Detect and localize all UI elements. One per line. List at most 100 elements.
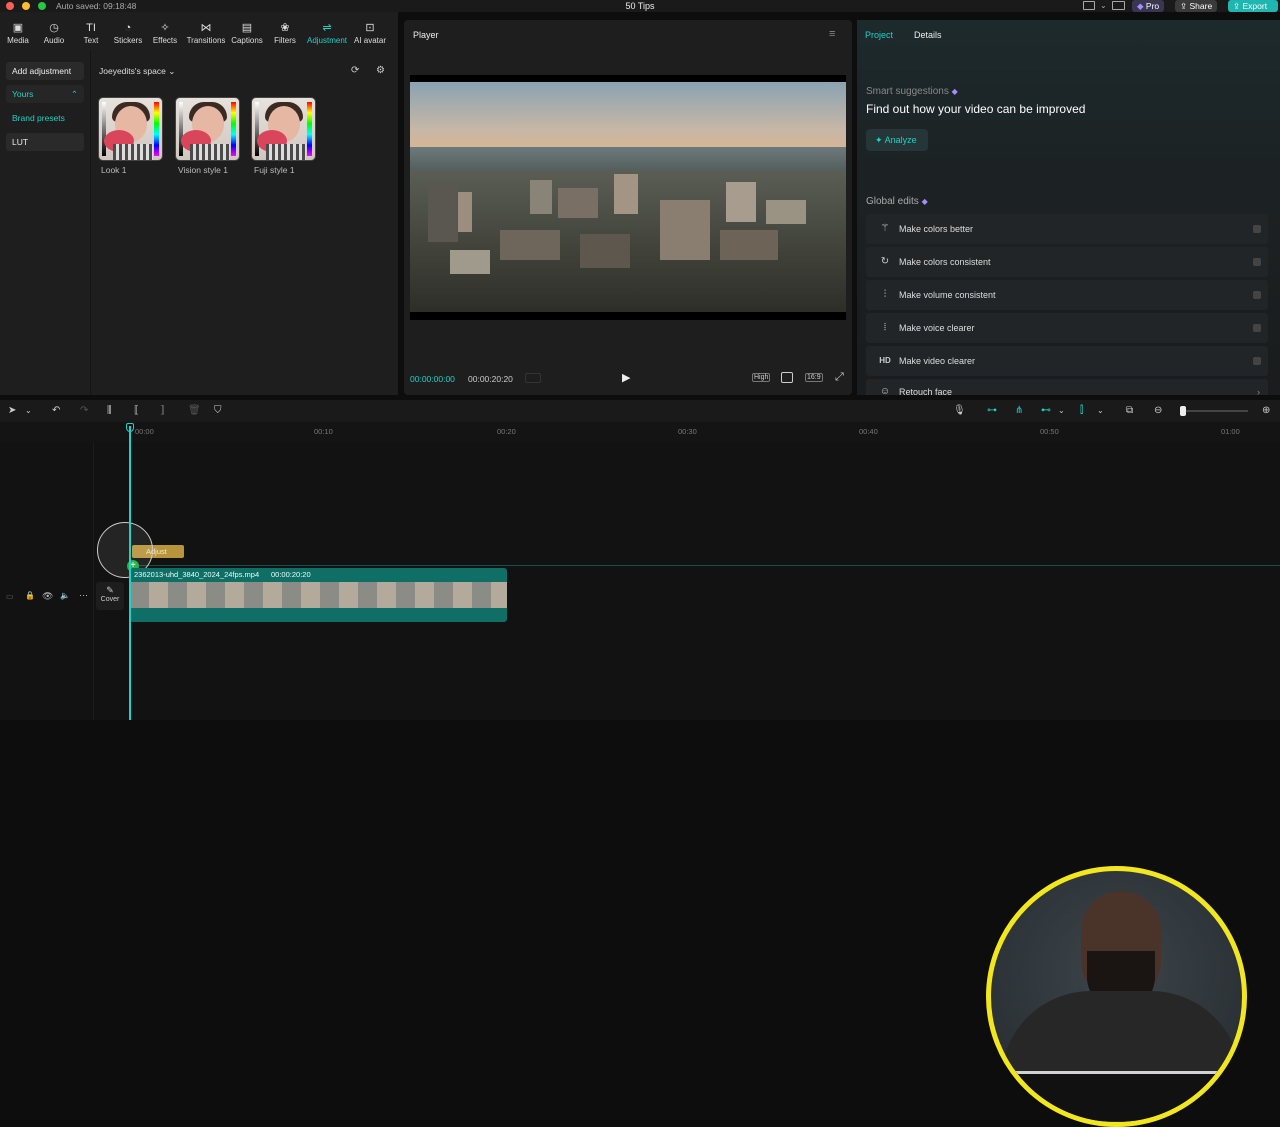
nav-yours[interactable]: Yours ⌃ (6, 85, 84, 103)
preview-axis-icon[interactable]: ⫿ (1080, 405, 1083, 417)
undo-icon[interactable]: ↶ (52, 405, 60, 417)
nav-lut[interactable]: LUT (6, 133, 84, 151)
player-title: Player (413, 30, 439, 40)
caption-icon[interactable]: ⧉ (1126, 405, 1133, 417)
edit-make-video-clearer[interactable]: HD Make video clearer (866, 346, 1268, 376)
settings-icon[interactable]: ⚙ (376, 65, 385, 76)
pro-button[interactable]: ◆ Pro (1132, 0, 1165, 12)
video-preview[interactable] (410, 75, 846, 320)
maximize-window-button[interactable] (38, 2, 46, 10)
fullscreen-icon[interactable]: ⤢ (835, 371, 844, 384)
track-guide-line (130, 565, 1280, 566)
preset-thumbnail[interactable] (251, 97, 316, 161)
fit-screen-icon[interactable] (781, 372, 793, 383)
magic-wand-icon: ⚚ (880, 223, 890, 234)
tab-details[interactable]: Details (914, 30, 942, 40)
title-bar: Auto saved: 09:18:48 50 Tips ⌄ ◆ Pro ⇪ S… (0, 0, 1280, 12)
timeline[interactable]: 00:00 00:10 00:20 00:30 00:40 00:50 01:0… (0, 422, 1280, 1127)
clip-thumbnails (130, 582, 507, 608)
lock-icon[interactable]: 🔒 (25, 591, 35, 600)
gem-icon: ◆ (921, 197, 928, 206)
gem-icon: ◆ (951, 87, 958, 96)
toggle[interactable] (1253, 357, 1261, 365)
cover-button[interactable]: ✎ Cover (96, 582, 124, 610)
layout-icon[interactable] (1083, 1, 1095, 10)
ruler-tick: 00:10 (314, 427, 333, 436)
playhead-handle[interactable] (126, 423, 134, 432)
trim-left-icon[interactable]: ⟦ (134, 405, 139, 417)
zoom-slider[interactable] (1182, 410, 1248, 412)
space-selector[interactable]: Joeyedits's space ⌄ (99, 66, 175, 77)
edit-make-colors-consistent[interactable]: ↻ Make colors consistent (866, 247, 1268, 277)
zoom-slider-handle[interactable] (1180, 406, 1186, 416)
add-adjustment-button[interactable]: Add adjustment (6, 62, 84, 80)
chevron-up-icon: ⌃ (70, 89, 78, 99)
redo-icon[interactable]: ↷ (80, 405, 88, 417)
presenter-webcam (986, 866, 1247, 1127)
timecode-format-icon[interactable] (525, 373, 541, 383)
aspect-ratio-selector[interactable]: 16:9 (805, 373, 823, 382)
adjustment-icon: ⇌ (322, 22, 332, 34)
link-icon[interactable]: ⊶ (987, 405, 997, 417)
play-icon[interactable]: ▶ (622, 371, 630, 384)
snap-icon[interactable]: ⋔ (1015, 405, 1023, 417)
total-time: 00:00:20:20 (468, 374, 513, 384)
refresh-icon[interactable]: ⟳ (351, 65, 359, 76)
tool-filters[interactable]: ❀ Filters (270, 12, 300, 50)
preset-thumbnail[interactable] (98, 97, 163, 161)
toggle[interactable] (1253, 258, 1261, 266)
toggle[interactable] (1253, 225, 1261, 233)
eye-icon[interactable]: 👁 (42, 591, 53, 602)
menu-icon[interactable]: ≡ (829, 28, 835, 40)
tool-transitions[interactable]: ⋈ Transitions (185, 12, 227, 50)
face-icon: ☺ (879, 386, 891, 395)
tool-audio[interactable]: ◷ Audio (38, 12, 70, 50)
chevron-down-icon[interactable]: ⌄ (1097, 405, 1104, 417)
edit-make-colors-better[interactable]: ⚚ Make colors better (866, 214, 1268, 244)
ruler-tick: 01:00 (1221, 427, 1240, 436)
more-icon[interactable]: ⋯ (79, 590, 88, 601)
edit-make-voice-clearer[interactable]: ⦙ Make voice clearer (866, 313, 1268, 343)
player-panel: Player ≡ 00:00:00:00 00:00:20:20 ▶ High … (404, 20, 852, 395)
nav-brand-presets[interactable]: Brand presets (6, 109, 84, 127)
export-button[interactable]: ⇪ Export (1228, 0, 1278, 12)
tool-adjustment[interactable]: ⇌ Adjustment (305, 12, 349, 50)
tab-project[interactable]: Project (865, 30, 893, 40)
shield-icon[interactable]: ⛉ (214, 405, 222, 417)
tool-media[interactable]: ▣ Media (2, 12, 34, 50)
quality-selector[interactable]: High (752, 373, 771, 382)
zoom-out-icon[interactable]: ⊖ (1154, 405, 1162, 417)
edit-retouch-face[interactable]: ☺ Retouch face › (866, 379, 1268, 395)
speaker-icon[interactable]: 🔈 (60, 591, 70, 600)
tool-captions[interactable]: ▤ Captions (230, 12, 264, 50)
share-button[interactable]: ⇪ Share (1175, 0, 1218, 12)
minimize-window-button[interactable] (22, 2, 30, 10)
main-toolbar: ▣ Media ◷ Audio TI Text ◔ Stickers ✧ Effects … (0, 12, 398, 50)
linkage-icon[interactable]: ⊷ (1041, 405, 1051, 417)
chevron-down-icon[interactable]: ⌄ (1100, 0, 1107, 12)
preset-label: Vision style 1 (178, 165, 228, 175)
chevron-down-icon[interactable]: ⌄ (1058, 405, 1065, 417)
delete-icon[interactable]: 🗑 (188, 405, 201, 417)
tool-ai-avatar[interactable]: ⊡ AI avatar (352, 12, 388, 50)
zoom-in-icon[interactable]: ⊕ (1262, 405, 1270, 417)
keyboard-icon[interactable] (1112, 1, 1125, 10)
analyze-button[interactable]: ✦ Analyze (866, 129, 928, 151)
split-icon[interactable]: ⫼ (107, 405, 112, 417)
tool-stickers[interactable]: ◔ Stickers (110, 12, 146, 50)
share-icon: ⇪ (1180, 1, 1188, 11)
trim-right-icon[interactable]: ⟧ (160, 405, 165, 417)
video-clip[interactable]: 2362013-uhd_3840_2024_24fps.mp4 00:00:20… (130, 568, 507, 622)
chevron-down-icon[interactable]: ⌄ (25, 405, 32, 417)
timeline-ruler[interactable]: 00:00 00:10 00:20 00:30 00:40 00:50 01:0… (0, 422, 1280, 442)
tool-effects[interactable]: ✧ Effects (149, 12, 181, 50)
toggle[interactable] (1253, 324, 1261, 332)
tool-text[interactable]: TI Text (75, 12, 107, 50)
close-window-button[interactable] (6, 2, 14, 10)
playhead[interactable] (129, 426, 131, 720)
select-tool-icon[interactable]: ➤ (8, 405, 16, 417)
edit-make-volume-consistent[interactable]: ⫶ Make volume consistent (866, 280, 1268, 310)
preset-thumbnail[interactable] (175, 97, 240, 161)
microphone-icon[interactable]: 🎙 (953, 405, 966, 417)
toggle[interactable] (1253, 291, 1261, 299)
